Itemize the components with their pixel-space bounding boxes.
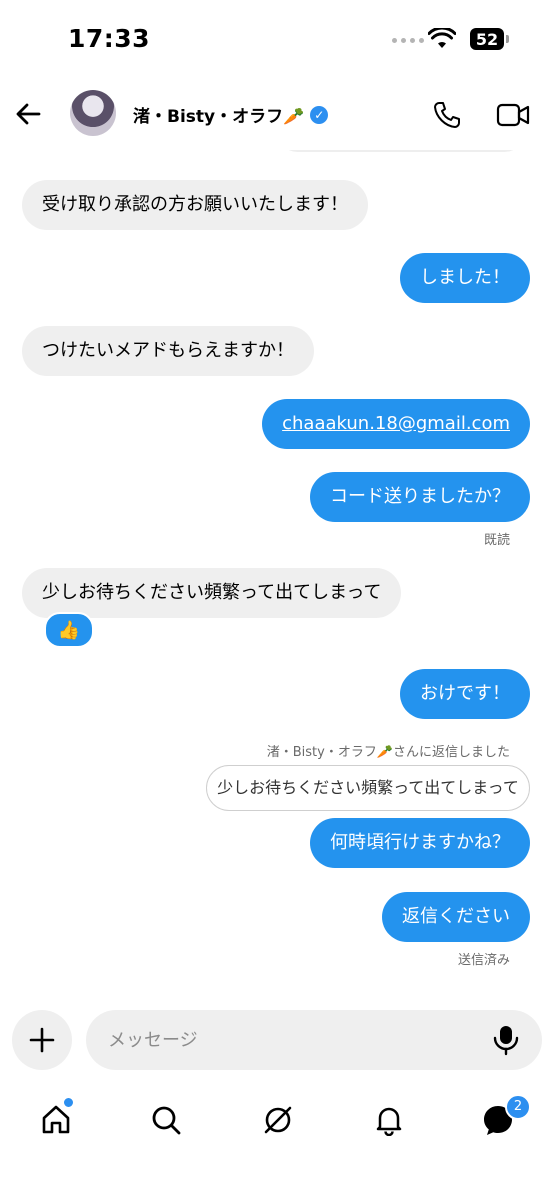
home-notification-dot [62, 1096, 75, 1109]
video-camera-icon[interactable] [496, 102, 530, 128]
message-outgoing[interactable]: 何時頃行けますかね？ [310, 818, 530, 868]
message-incoming[interactable]: 少しお待ちください頻繁って出てしまって [22, 568, 402, 618]
search-icon [152, 1106, 181, 1135]
message-composer [0, 1010, 554, 1072]
status-bar: 17:33 52 [0, 0, 554, 80]
contact-avatar[interactable] [70, 90, 116, 136]
message-outgoing[interactable]: コード送りましたか？ [310, 472, 530, 522]
arrow-left-icon[interactable] [14, 100, 42, 128]
message-outgoing-email[interactable]: chaaakun.18@gmail.com [262, 399, 530, 449]
bottom-tab-bar: 2 [0, 1090, 554, 1150]
message-incoming[interactable]: つけたいメアドもらえますか！ [22, 326, 314, 376]
message-input[interactable] [86, 1010, 542, 1070]
chat-header: 渚・Bisty・オラフ🥕 ✓ [0, 80, 554, 150]
messages-count-badge: 2 [505, 1094, 531, 1120]
reply-note: 渚・Bisty・オラフ🥕さんに返信しました [266, 745, 510, 760]
status-time: 17:33 [68, 24, 151, 53]
message-outgoing[interactable]: 返信ください [382, 892, 530, 942]
message-outgoing[interactable]: おけです！ [400, 669, 530, 719]
explore-icon [264, 1106, 292, 1134]
tab-explore[interactable] [258, 1100, 298, 1140]
plus-icon [29, 1027, 55, 1053]
cellular-signal-icon [392, 38, 424, 43]
sent-status: 送信済み [457, 953, 510, 968]
phone-icon[interactable] [432, 100, 462, 130]
notifications-bell-icon [376, 1107, 402, 1136]
quoted-reply-bubble[interactable]: 少しお待ちください頻繁って出てしまって [206, 765, 530, 811]
contact-name: 渚・Bisty・オラフ🥕 [133, 107, 305, 127]
tab-search[interactable] [146, 1100, 186, 1140]
battery-tip [506, 35, 509, 43]
wifi-icon [428, 28, 456, 48]
thumbs-up-reaction[interactable]: 👍 [44, 612, 94, 648]
read-receipt: 既読 [483, 533, 510, 548]
add-attachment-button[interactable] [12, 1010, 72, 1070]
verified-badge-icon: ✓ [310, 105, 329, 124]
message-incoming[interactable]: 受け取り承認の方お願いいたします！ [22, 180, 368, 230]
tab-notifications[interactable] [369, 1100, 409, 1140]
email-link[interactable]: chaaakun.18@gmail.com [282, 413, 510, 434]
battery-icon: 52 [470, 28, 504, 50]
microphone-icon[interactable] [492, 1024, 520, 1056]
message-outgoing[interactable]: しました！ [400, 253, 530, 303]
contact-name-row[interactable]: 渚・Bisty・オラフ🥕 ✓ [133, 102, 329, 127]
